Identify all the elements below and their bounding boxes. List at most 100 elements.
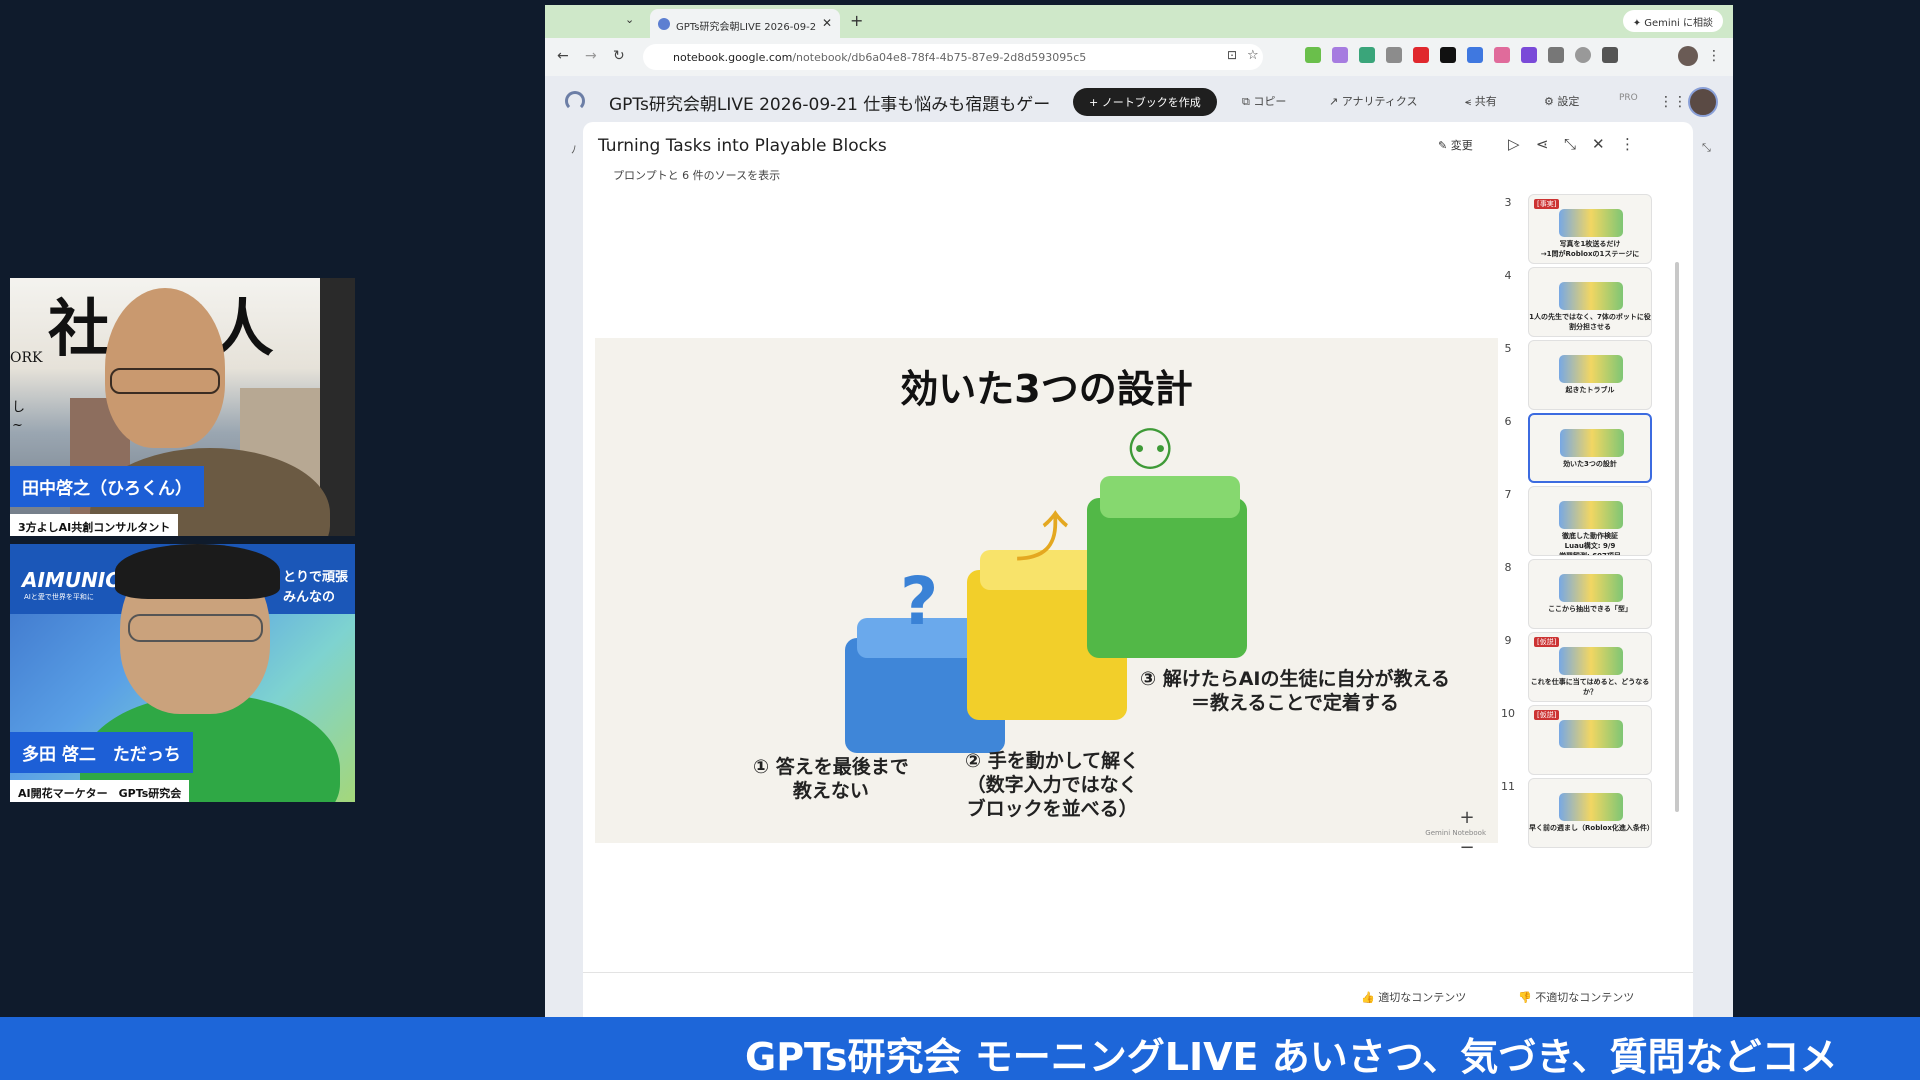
thumbnail-tag: [仮説] — [1534, 637, 1560, 647]
slide-thumbnail[interactable]: 早く前の週まし（Roblox化進入条件） — [1528, 778, 1652, 848]
thumbnail-number: 4 — [1504, 269, 1512, 282]
bookmark-star-icon[interactable]: ☆ — [1247, 48, 1259, 63]
thumbnail-caption: 早く前の週まし（Roblox化進入条件） — [1529, 824, 1652, 832]
slide-thumbnail[interactable]: [仮説] — [1528, 705, 1652, 775]
settings-button[interactable]: ⚙ 設定 — [1544, 93, 1579, 109]
apps-grid-icon[interactable]: ⋮⋮ — [1659, 94, 1687, 110]
pro-badge: PRO — [1619, 93, 1638, 103]
thumbnail-number: 3 — [1504, 196, 1512, 209]
step-1-label: ① 答えを最後まで 教えない — [753, 756, 909, 802]
slide-thumbnail[interactable]: 徹底した動作検証Luau構文: 9/9学習観測: 607項目エンジン検証: 29… — [1528, 486, 1652, 556]
thumbnail-scrollbar[interactable] — [1675, 262, 1679, 812]
slide-thumbnail[interactable]: 起きたトラブル — [1528, 340, 1652, 410]
camera-tile-hiroyuki: 社 無人 ORK し ~ 田中啓之（ひろくん） 3方よしAI共創コンサルタント — [10, 278, 355, 536]
app-header: GPTs研究会朝LIVE 2026-09-21 仕事も悩みも宿題もゲー + ノー… — [545, 76, 1733, 126]
more-options-icon[interactable]: ⋮ — [1620, 135, 1635, 153]
browser-window: ⌄ GPTs研究会朝LIVE 2026-09-2 ✕ + ✦ Gemini に相… — [545, 5, 1733, 1017]
thumbnail-tag: [事実] — [1534, 199, 1560, 209]
thumbnail-illustration — [1559, 355, 1623, 383]
close-icon[interactable]: ✕ — [1592, 135, 1605, 153]
forward-icon[interactable]: → — [585, 48, 597, 64]
slide-watermark: Gemini Notebook — [1425, 829, 1486, 837]
edit-button[interactable]: ✎ 変更 — [1438, 137, 1473, 153]
question-mark-icon: ? — [900, 563, 939, 640]
back-icon[interactable]: ← — [557, 48, 569, 64]
ticker-text: GPTs研究会 モーニングLIVE あいさつ、気づき、質問などコメ — [745, 1035, 1838, 1079]
reload-icon[interactable]: ↻ — [613, 48, 625, 64]
install-app-icon[interactable]: ⊡ — [1227, 48, 1237, 62]
show-prompt-sources-link[interactable]: プロンプトと 6 件のソースを表示 — [613, 167, 780, 183]
puzzle-extensions-icon[interactable] — [1602, 47, 1618, 63]
extension-icon[interactable] — [1548, 47, 1564, 63]
slide-thumbnail-list: 3 [事実] 写真を1枚送るだけ →1問がRobloxの1ステージに 4 1人の先生ではな… — [1498, 190, 1688, 890]
thumbnail-number: 11 — [1501, 780, 1515, 793]
extension-icon[interactable] — [1575, 47, 1591, 63]
handshake-people-icon: ⚇ — [1125, 418, 1176, 483]
slide-thumbnail[interactable]: ここから抽出できる「型」 — [1528, 559, 1652, 629]
background-text-side1: し — [12, 400, 26, 415]
slide-thumbnail[interactable]: 効いた3つの設計 — [1528, 413, 1652, 483]
browser-menu-icon[interactable]: ⋮ — [1707, 48, 1721, 64]
notion-extension-icon[interactable] — [1440, 47, 1456, 63]
notebooklm-logo-icon[interactable] — [565, 91, 585, 111]
extension-icon[interactable] — [1521, 47, 1537, 63]
extension-icon[interactable] — [1359, 47, 1375, 63]
tab-title: GPTs研究会朝LIVE 2026-09-2 — [676, 22, 817, 33]
background-tagline: AIと愛で世界を平和に — [24, 593, 94, 601]
extension-icon[interactable] — [1467, 47, 1483, 63]
gemini-button[interactable]: ✦ Gemini に相談 — [1622, 10, 1723, 32]
copy-button[interactable]: ⧉ コピー — [1242, 93, 1286, 109]
thumbnail-caption: これを仕事に当てはめると、どうなるか？ — [1530, 678, 1650, 696]
thumbnail-illustration — [1559, 720, 1623, 748]
thumbnail-caption: ここから抽出できる「型」 — [1548, 605, 1632, 613]
share-button[interactable]: ⪪ 共有 — [1465, 93, 1497, 109]
slide-title: 効いた3つの設計 — [900, 367, 1193, 411]
slide-thumbnail[interactable]: [仮説] これを仕事に当てはめると、どうなるか？ — [1528, 632, 1652, 702]
user-avatar[interactable] — [1688, 87, 1718, 117]
zoom-in-icon[interactable]: + — [1452, 807, 1482, 828]
thumbnail-caption: 起きたトラブル — [1565, 386, 1615, 394]
thumbnail-number: 6 — [1504, 415, 1512, 428]
thumbnail-number: 5 — [1504, 342, 1512, 355]
tab-strip: ⌄ GPTs研究会朝LIVE 2026-09-2 ✕ + ✦ Gemini に相… — [545, 5, 1733, 38]
thumbnail-caption: 1人の先生ではなく、7体のボットに役割分担させる — [1529, 313, 1651, 331]
background-text-left: ORK — [10, 350, 43, 366]
thumbnail-caption: 徹底した動作検証Luau構文: 9/9学習観測: 607項目エンジン検証: 29… — [1559, 532, 1621, 556]
participant-role-badge: AI開花マーケター GPTs研究会 — [10, 780, 190, 802]
profile-avatar[interactable] — [1678, 46, 1698, 66]
thumbnail-illustration — [1559, 647, 1623, 675]
share-icon[interactable]: ⋖ — [1536, 135, 1549, 153]
extension-icon[interactable] — [1305, 47, 1321, 63]
create-notebook-button[interactable]: + ノートブックを作成 — [1073, 88, 1217, 116]
participant-name-badge: 多田 啓二 ただっち — [10, 732, 193, 773]
slide-viewer-panel: Turning Tasks into Playable Blocks プロンプト… — [583, 122, 1693, 1017]
collapse-icon[interactable]: ⤡ — [1564, 135, 1576, 153]
close-tab-icon[interactable]: ✕ — [822, 16, 832, 30]
thumbnail-illustration — [1559, 209, 1623, 237]
current-slide: 効いた3つの設計 ? ⤴ ⚇ ① 答えを最後まで 教えない ② 手を動かして解く（… — [595, 338, 1498, 843]
collapse-panel-icon[interactable]: ﾉ — [571, 141, 577, 157]
thumbnail-caption: 効いた3つの設計 — [1563, 460, 1617, 468]
address-bar-row: ← → ↻ notebook.google.com/notebook/db6a0… — [545, 38, 1733, 76]
good-content-button[interactable]: 👍 適切なコンテンツ — [1361, 989, 1466, 1005]
browser-tab-active[interactable]: GPTs研究会朝LIVE 2026-09-2 ✕ — [650, 9, 840, 38]
extension-icon[interactable] — [1494, 47, 1510, 63]
extension-icon[interactable] — [1413, 47, 1429, 63]
slide-thumbnail[interactable]: 1人の先生ではなく、7体のボットに役割分担させる — [1528, 267, 1652, 337]
extension-icon[interactable] — [1332, 47, 1348, 63]
studio-title: Turning Tasks into Playable Blocks — [598, 136, 887, 156]
thumbnail-tag: [仮説] — [1534, 710, 1560, 720]
camera-extension-icon[interactable] — [1386, 47, 1402, 63]
analytics-button[interactable]: ↗ アナリティクス — [1329, 93, 1418, 109]
bad-content-button[interactable]: 👎 不適切なコンテンツ — [1518, 989, 1634, 1005]
thumbnail-illustration — [1559, 793, 1623, 821]
notebook-title[interactable]: GPTs研究会朝LIVE 2026-09-21 仕事も悩みも宿題もゲー — [609, 90, 1054, 115]
slide-thumbnail[interactable]: [事実] 写真を1枚送るだけ →1問がRobloxの1ステージに — [1528, 194, 1652, 264]
new-tab-icon[interactable]: + — [850, 11, 863, 30]
zoom-out-icon[interactable]: − — [1452, 837, 1482, 858]
url-field[interactable]: notebook.google.com/notebook/db6a04e8-78… — [643, 44, 1263, 70]
tab-search-chevron-icon[interactable]: ⌄ — [625, 13, 634, 26]
thumbnail-illustration — [1559, 282, 1623, 310]
play-icon[interactable]: ▷ — [1508, 135, 1520, 153]
expand-panel-icon[interactable]: ⤡ — [1702, 141, 1711, 155]
